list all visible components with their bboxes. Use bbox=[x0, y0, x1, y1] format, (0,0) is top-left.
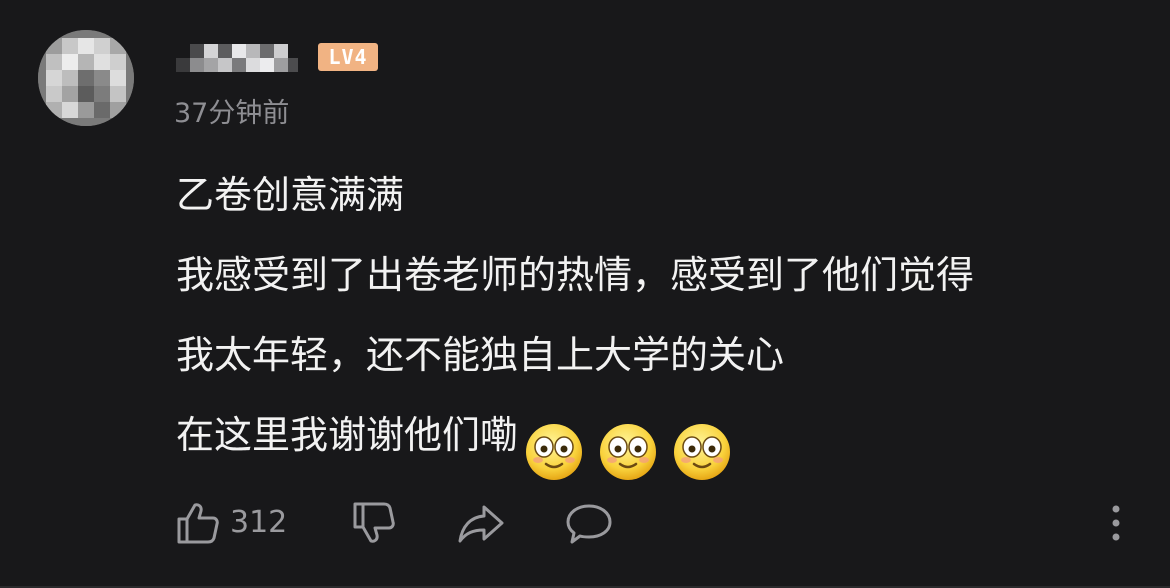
comment-timestamp: 37分钟前 bbox=[174, 98, 290, 129]
thumbs-down-icon bbox=[353, 502, 395, 543]
more-vertical-icon bbox=[1112, 505, 1120, 541]
flushed-face-icon bbox=[598, 422, 658, 482]
dislike-button[interactable] bbox=[350, 498, 398, 548]
flushed-face-icon bbox=[524, 422, 584, 482]
blurred-username[interactable] bbox=[176, 36, 298, 76]
comment-line-text: 我感受到了出卷老师的热情，感受到了他们觉得 bbox=[176, 253, 975, 297]
flushed-face-icon bbox=[672, 422, 732, 482]
comment-line: 乙卷创意满满 bbox=[176, 168, 1136, 222]
more-options-button[interactable] bbox=[1104, 498, 1128, 548]
comment-line: 在这里我谢谢他们嘞 bbox=[176, 408, 1136, 480]
comment-body[interactable]: 乙卷创意满满 我感受到了出卷老师的热情，感受到了他们觉得 我太年轻，还不能独自上… bbox=[176, 168, 1136, 480]
comment-actions: 312 bbox=[174, 498, 1134, 548]
share-arrow-icon bbox=[458, 505, 504, 543]
comment-line-text: 在这里我谢谢他们嘞 bbox=[176, 413, 519, 457]
speech-bubble-icon bbox=[566, 504, 612, 544]
avatar[interactable] bbox=[38, 30, 134, 126]
blurred-avatar-icon bbox=[38, 30, 134, 126]
level-badge-label: LV4 bbox=[328, 45, 368, 69]
comment-line: 我太年轻，还不能独自上大学的关心 bbox=[176, 328, 1136, 382]
emoji-row bbox=[524, 422, 746, 482]
reply-button[interactable] bbox=[564, 498, 614, 548]
like-button[interactable]: 312 bbox=[174, 498, 287, 548]
comment-line: 我感受到了出卷老师的热情，感受到了他们觉得 bbox=[176, 248, 1136, 302]
share-button[interactable] bbox=[456, 498, 506, 548]
comment-line-text: 我太年轻，还不能独自上大学的关心 bbox=[176, 333, 785, 377]
comment-line-text: 乙卷创意满满 bbox=[176, 173, 405, 217]
like-count: 312 bbox=[230, 505, 288, 540]
level-badge: LV4 bbox=[318, 43, 378, 71]
thumbs-up-icon bbox=[177, 503, 219, 544]
blurred-username-icon bbox=[176, 44, 298, 72]
